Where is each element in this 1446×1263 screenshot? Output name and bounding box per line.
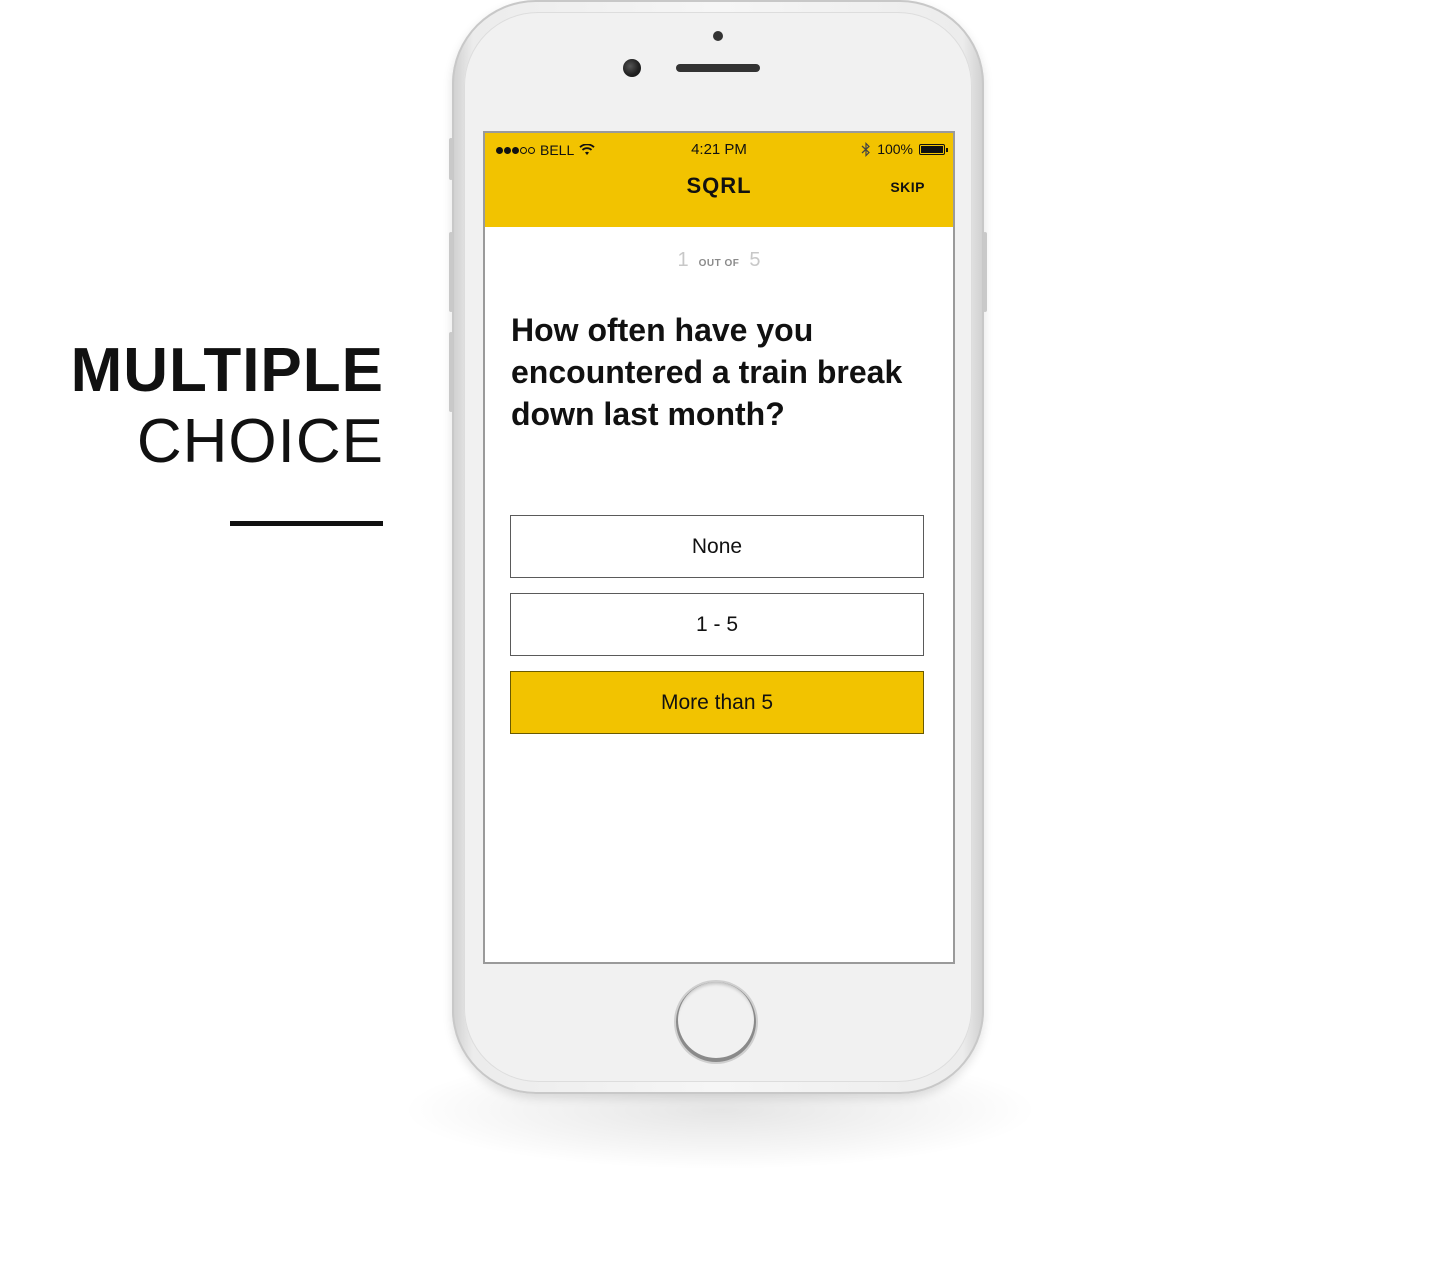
question-text: How often have you encountered a train b… <box>511 312 903 432</box>
proximity-sensor <box>713 31 723 41</box>
progress-total: 5 <box>749 249 761 271</box>
answer-options: None 1 - 5 More than 5 <box>510 515 924 749</box>
status-right: 100% <box>861 141 948 157</box>
app-header: BELL 4:21 PM 100% SQRL SKIP <box>485 133 953 227</box>
nav-bar: SQRL SKIP <box>485 167 953 227</box>
front-camera-icon <box>623 59 641 77</box>
mute-switch <box>449 138 453 180</box>
skip-button[interactable]: SKIP <box>890 179 925 195</box>
battery-icon <box>919 143 948 155</box>
caption-title-bold: MULTIPLE <box>70 336 384 405</box>
earpiece-speaker <box>676 64 760 72</box>
app-title: SQRL <box>686 173 752 198</box>
power-button <box>983 232 987 312</box>
question-progress: 1 OUT OF 5 <box>485 249 953 272</box>
home-button[interactable] <box>676 982 756 1062</box>
battery-percent: 100% <box>877 141 913 157</box>
option-none-button[interactable]: None <box>510 515 924 578</box>
caption-title-light: CHOICE <box>136 407 384 476</box>
status-bar: BELL 4:21 PM 100% <box>485 133 953 167</box>
option-more-than-5-button[interactable]: More than 5 <box>510 671 924 734</box>
phone-screen: BELL 4:21 PM 100% SQRL SKIP 1 OUT OF 5 H… <box>483 131 955 964</box>
option-1-5-button[interactable]: 1 - 5 <box>510 593 924 656</box>
progress-label: OUT OF <box>698 258 740 269</box>
caption-divider <box>230 521 383 526</box>
volume-up-button <box>449 232 453 312</box>
bluetooth-icon <box>861 141 871 157</box>
caption: MULTIPLE CHOICE <box>71 338 384 480</box>
volume-down-button <box>449 332 453 412</box>
progress-current: 1 <box>677 249 689 271</box>
